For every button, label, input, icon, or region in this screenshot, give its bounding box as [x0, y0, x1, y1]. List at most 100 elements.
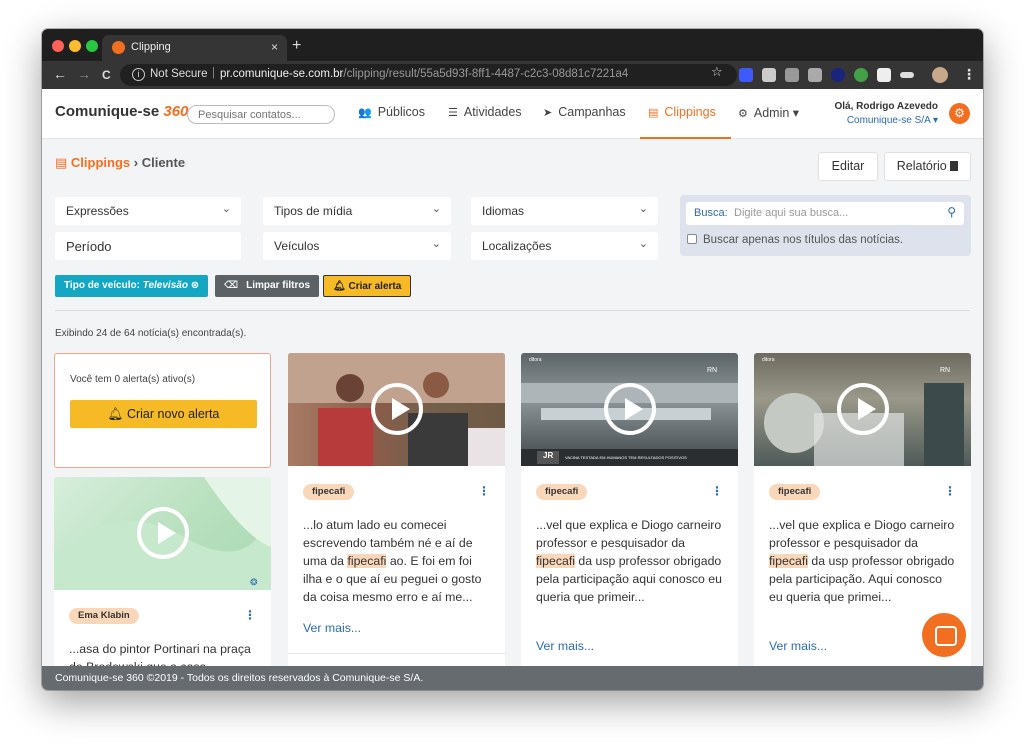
see-more-link[interactable]: Ver mais...	[303, 621, 361, 635]
news-caption: VACINA TESTADA EM HUMANOS TEM RESULTADOS…	[565, 455, 687, 460]
alert-card: Você tem 0 alerta(s) ativo(s) 🔔︎ Criar n…	[54, 353, 271, 468]
remove-filter-icon[interactable]: ⊗	[191, 280, 199, 291]
news-card[interactable]: ❂ Ema Klabin ⋮ ...asa do pintor Portinar…	[54, 477, 271, 687]
see-more-link[interactable]: Ver mais...	[769, 639, 827, 653]
news-card[interactable]: JR VACINA TESTADA EM HUMANOS TEM RESULTA…	[521, 353, 738, 687]
chevron-down-icon: ⌄	[431, 203, 441, 215]
video-thumbnail[interactable]: ❂	[54, 477, 271, 590]
extension-icon[interactable]	[785, 68, 799, 82]
search-icon[interactable]: ⚲	[947, 205, 956, 219]
breadcrumb: ▤ Clippings › Cliente	[55, 155, 185, 171]
news-brand: JR	[543, 451, 554, 460]
chevron-down-icon: ⌄	[638, 238, 648, 250]
info-icon[interactable]: i	[132, 68, 145, 81]
card-menu-icon[interactable]: ⋮	[944, 485, 956, 497]
breadcrumb-clippings[interactable]: ▤ Clippings	[55, 155, 130, 170]
tag-badge: fipecafi	[303, 484, 355, 500]
reload-icon[interactable]: C	[102, 68, 111, 82]
clear-filters-button[interactable]: ⌫ Limpar filtros	[215, 275, 320, 297]
create-new-alert-button[interactable]: 🔔︎ Criar novo alerta	[70, 400, 257, 428]
titles-only-checkbox[interactable]: Buscar apenas nos títulos das notícias.	[687, 234, 903, 246]
channel-logo: ditora	[529, 357, 542, 363]
play-icon[interactable]	[371, 383, 423, 435]
bookmark-star-icon[interactable]: ☆	[711, 64, 723, 80]
play-icon[interactable]	[604, 383, 656, 435]
key-icon[interactable]	[900, 72, 914, 78]
periodo-field[interactable]: Período	[55, 232, 241, 260]
video-thumbnail[interactable]: RN ditora	[754, 353, 971, 466]
forward-icon[interactable]: →	[77, 66, 91, 82]
tag-badge: fipecafi	[536, 484, 588, 500]
highlight: fipecafi	[536, 554, 575, 568]
nav-atividades[interactable]: ☰ Atividades	[448, 105, 522, 119]
browser-tab[interactable]: Clipping ×	[102, 35, 287, 61]
company-selector[interactable]: Comunique-se S/A ▾	[832, 115, 938, 126]
chat-launcher-icon[interactable]	[922, 613, 966, 657]
browser-menu-icon[interactable]: ⋮	[962, 66, 976, 83]
url-path: /clipping/result/55a5d93f-8ff1-4487-c2c3…	[343, 68, 629, 80]
minimize-window-icon[interactable]	[69, 40, 81, 52]
new-tab-icon[interactable]: +	[292, 37, 301, 55]
app-logo[interactable]: Comunique-se 360	[55, 103, 188, 120]
checkbox-box[interactable]	[687, 234, 697, 244]
see-more-link[interactable]: Ver mais...	[536, 639, 594, 653]
nav-admin[interactable]: ⚙ Admin ▾	[738, 105, 799, 120]
play-icon[interactable]	[137, 507, 189, 559]
checklist-icon: ☰	[448, 107, 458, 119]
nav-campanhas[interactable]: ➤ Campanhas	[543, 105, 626, 119]
extension-icon[interactable]	[739, 68, 753, 82]
edit-button[interactable]: Editar	[818, 152, 878, 181]
channel-watermark: RN	[707, 367, 718, 374]
card-footer-divider	[288, 653, 505, 654]
send-icon: ➤	[543, 107, 553, 119]
tab-title: Clipping	[131, 41, 171, 53]
maximize-window-icon[interactable]	[86, 40, 98, 52]
user-menu[interactable]: Olá, Rodrigo Azevedo Comunique-se S/A ▾	[832, 101, 938, 126]
nav-publicos[interactable]: 👥 Públicos	[358, 105, 425, 119]
extension-icon[interactable]	[831, 68, 845, 82]
play-icon[interactable]	[837, 383, 889, 435]
tipos-midia-select[interactable]: Tipos de mídia ⌄	[263, 197, 451, 225]
profile-avatar[interactable]	[932, 67, 948, 83]
veiculos-select[interactable]: Veículos ⌄	[263, 232, 451, 260]
app-navbar: Comunique-se 360 👥Públicos ☰Atividades ➤…	[42, 89, 983, 139]
puzzle-icon[interactable]	[877, 68, 891, 82]
localizacoes-select[interactable]: Localizações ⌄	[471, 232, 658, 260]
nav-clippings[interactable]: ▤ Clippings	[648, 105, 716, 119]
divider	[55, 310, 970, 311]
report-button[interactable]: Relatório	[884, 152, 971, 181]
pdf-icon	[950, 161, 959, 171]
video-thumbnail[interactable]	[288, 353, 505, 466]
users-icon: 👥	[358, 107, 372, 119]
card-menu-icon[interactable]: ⋮	[244, 609, 256, 621]
alert-count-text: Você tem 0 alerta(s) ativo(s)	[70, 374, 196, 385]
extension-icon[interactable]	[854, 68, 868, 82]
card-menu-icon[interactable]: ⋮	[711, 485, 723, 497]
extension-icon[interactable]	[808, 68, 822, 82]
create-alert-chip[interactable]: 🔔︎ Criar alerta	[323, 275, 412, 297]
address-bar[interactable]: i Not Secure | pr.comunique-se.com.br/cl…	[120, 64, 737, 86]
tab-close-icon[interactable]: ×	[271, 40, 278, 54]
extension-icon[interactable]	[762, 68, 776, 82]
card-excerpt: ...vel que explica e Diogo carneiro prof…	[769, 518, 955, 604]
browser-toolbar: ← → C i Not Secure | pr.comunique-se.com…	[42, 61, 983, 89]
bell-icon: 🔔︎	[107, 407, 127, 421]
channel-logo-icon: ❂	[250, 577, 258, 587]
tag-badge: fipecafi	[769, 484, 821, 500]
close-window-icon[interactable]	[52, 40, 64, 52]
news-card[interactable]: fipecafi ⋮ ...lo atum lado eu comecei es…	[288, 353, 505, 687]
eraser-icon: ⌫	[224, 280, 239, 291]
active-filter-chip[interactable]: Tipo de veículo: Televisão ⊗	[55, 275, 209, 297]
back-icon[interactable]: ←	[53, 66, 67, 82]
expressoes-select[interactable]: Expressões ⌄	[55, 197, 241, 225]
idiomas-select[interactable]: Idiomas ⌄	[471, 197, 658, 225]
contacts-search-input[interactable]	[187, 105, 335, 124]
channel-watermark: RN	[940, 367, 951, 374]
video-thumbnail[interactable]: JR VACINA TESTADA EM HUMANOS TEM RESULTA…	[521, 353, 738, 466]
busca-input[interactable]: Busca: Digite aqui sua busca... ⚲	[686, 202, 964, 225]
settings-gear-icon[interactable]: ⚙	[949, 103, 970, 124]
user-greeting: Olá, Rodrigo Azevedo	[834, 101, 938, 112]
gear-icon: ⚙	[738, 108, 748, 120]
browser-window: Clipping × + ← → C i Not Secure | pr.com…	[42, 29, 983, 690]
card-menu-icon[interactable]: ⋮	[478, 485, 490, 497]
